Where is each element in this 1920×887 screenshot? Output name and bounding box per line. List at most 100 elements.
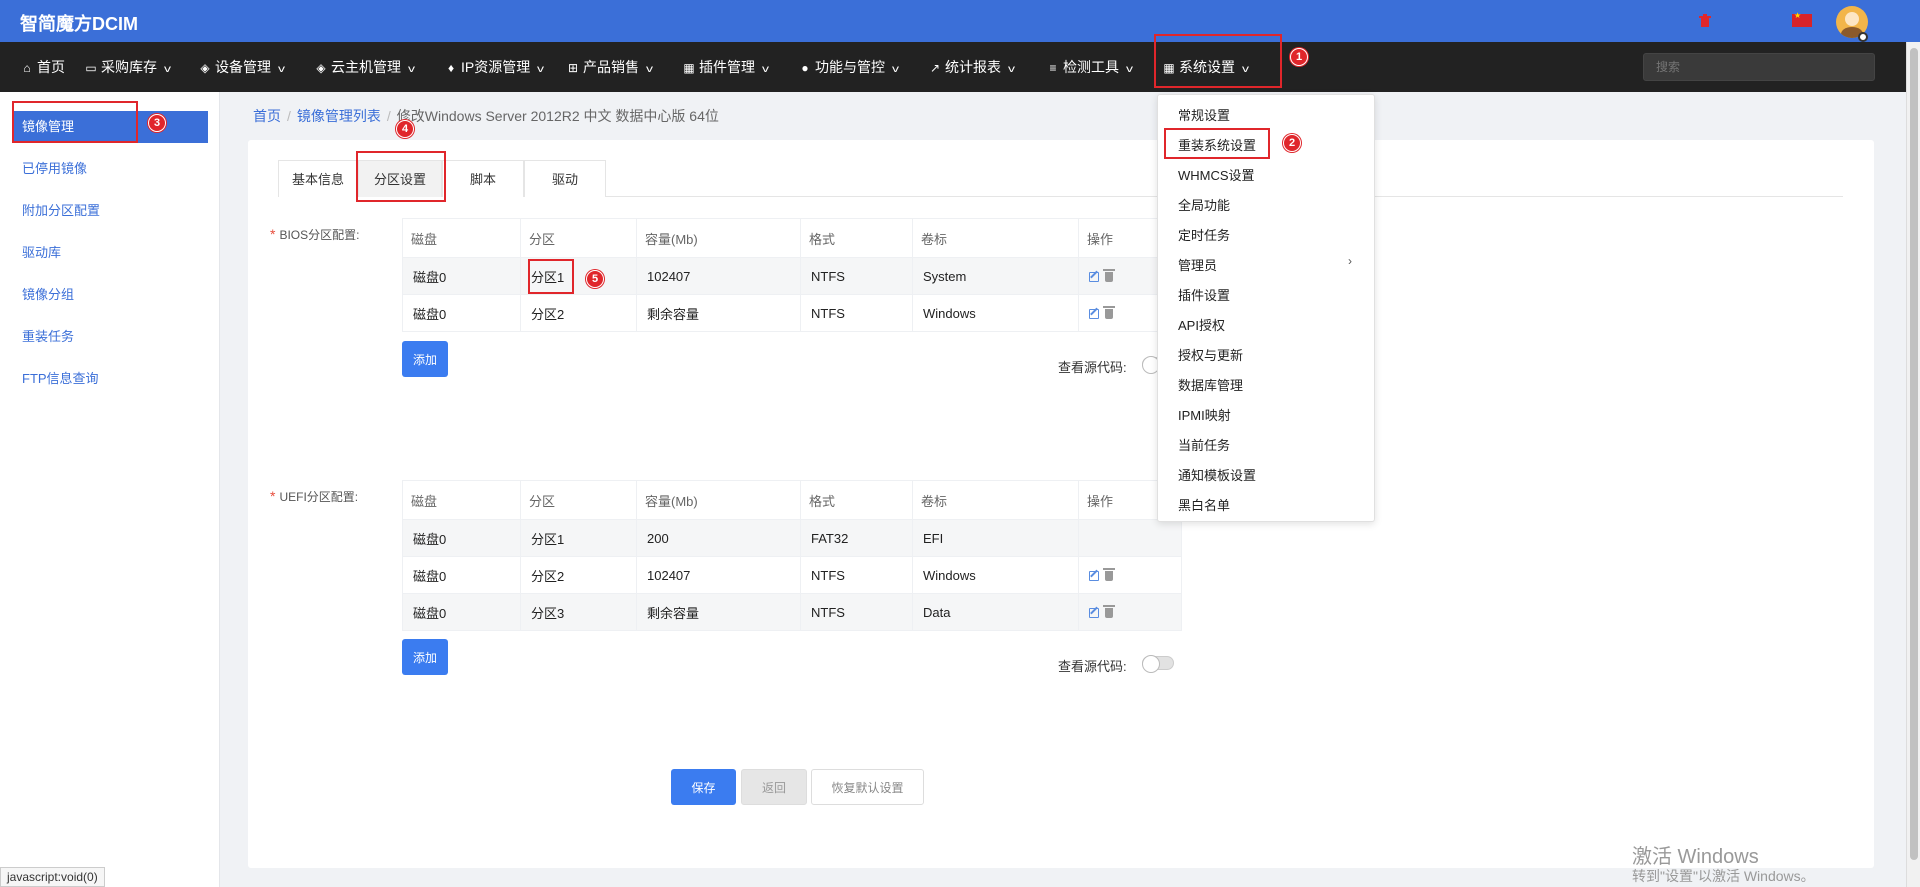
- browser-status-bar: javascript:void(0): [0, 867, 105, 887]
- column-header: 分区: [520, 480, 637, 520]
- column-header: 容量(Mb): [636, 218, 801, 258]
- edit-icon[interactable]: [1089, 272, 1099, 283]
- breadcrumb-image-list[interactable]: 镜像管理列表: [297, 108, 381, 124]
- menu-item-scheduled-tasks[interactable]: 定时任务: [1178, 225, 1230, 244]
- cell-disk: 磁盘0: [402, 556, 521, 594]
- nav-item-ip[interactable]: ♦ IP资源管理 v: [444, 42, 545, 92]
- cell-partition: 分区3: [520, 593, 637, 631]
- activation-watermark-title: 激活 Windows: [1632, 846, 1759, 868]
- menu-item-license-update[interactable]: 授权与更新: [1178, 345, 1243, 364]
- home-icon: ⌂: [23, 61, 31, 75]
- menu-item-current-tasks[interactable]: 当前任务: [1178, 435, 1230, 454]
- annotation-box-4: [356, 151, 446, 202]
- sidebar-item-reinstall-tasks[interactable]: 重装任务: [12, 321, 208, 353]
- chevron-down-icon: v: [278, 64, 285, 75]
- list-icon: ≡: [1049, 61, 1057, 75]
- column-header: 分区: [520, 218, 637, 258]
- sidebar: 镜像管理 已停用镜像 附加分区配置 驱动库 镜像分组 重装任务 FTP信息查询: [0, 92, 220, 887]
- bios-partition-table: 磁盘 分区 容量(Mb) 格式 卷标 操作 磁盘0 分区1 102407 NTF…: [402, 218, 1182, 332]
- chevron-down-icon: v: [1126, 64, 1133, 75]
- column-header: 格式: [800, 218, 913, 258]
- nav-item-tools[interactable]: ≡ 检测工具 v: [1046, 42, 1133, 92]
- cell-disk: 磁盘0: [402, 294, 521, 332]
- menu-item-administrators[interactable]: 管理员: [1178, 255, 1217, 274]
- cell-volume: Windows: [912, 294, 1079, 332]
- bios-source-code-label: 查看源代码:: [1058, 360, 1127, 375]
- china-flag-icon[interactable]: [1792, 11, 1812, 27]
- cell-format: FAT32: [800, 519, 913, 557]
- edit-icon[interactable]: [1089, 608, 1099, 619]
- menu-item-notify-templates[interactable]: 通知模板设置: [1178, 465, 1256, 484]
- edit-icon[interactable]: [1089, 571, 1099, 582]
- nav-item-sales[interactable]: ⊞ 产品销售 v: [566, 42, 653, 92]
- uefi-add-button[interactable]: 添加: [402, 639, 448, 675]
- save-button[interactable]: 保存: [671, 769, 736, 805]
- trash-icon[interactable]: [1103, 568, 1115, 582]
- scrollbar-thumb[interactable]: [1910, 48, 1918, 860]
- required-star: *: [270, 488, 276, 504]
- menu-item-black-white-list[interactable]: 黑白名单: [1178, 495, 1230, 514]
- sidebar-item-driver-library[interactable]: 驱动库: [12, 237, 208, 269]
- nav-item-purchase[interactable]: ▭ 采购库存 v: [84, 42, 171, 92]
- brand-logo[interactable]: 智简魔方DCIM: [20, 10, 138, 36]
- chevron-down-icon: v: [762, 64, 769, 75]
- table-row: 磁盘0 分区1 200 FAT32 EFI: [402, 519, 1182, 557]
- bios-partition-label: * BIOS分区配置:: [270, 226, 360, 242]
- trash-icon[interactable]: [1103, 306, 1115, 320]
- nav-item-device[interactable]: ◈ 设备管理 v: [198, 42, 285, 92]
- annotation-number-1: 1: [1290, 48, 1308, 66]
- edit-icon[interactable]: [1089, 309, 1099, 320]
- menu-item-global-features[interactable]: 全局功能: [1178, 195, 1230, 214]
- cell-partition: 分区2: [520, 556, 637, 594]
- table-row: 磁盘0 分区2 102407 NTFS Windows: [402, 556, 1182, 594]
- menu-item-api-auth[interactable]: API授权: [1178, 315, 1225, 334]
- menu-item-ipmi-mapping[interactable]: IPMI映射: [1178, 405, 1231, 424]
- menu-item-plugin-settings[interactable]: 插件设置: [1178, 285, 1230, 304]
- menu-item-database[interactable]: 数据库管理: [1178, 375, 1243, 394]
- nav-item-home[interactable]: ⌂ 首页: [20, 42, 65, 92]
- map-marker-icon: ♦: [447, 61, 455, 75]
- tab-script[interactable]: 脚本: [442, 160, 524, 197]
- cell-format: NTFS: [800, 593, 913, 631]
- chevron-down-icon: v: [892, 64, 899, 75]
- cell-size: 剩余容量: [636, 593, 801, 631]
- breadcrumb-home[interactable]: 首页: [253, 108, 281, 124]
- tab-basic-info[interactable]: 基本信息: [278, 160, 358, 197]
- main-navbar: ⌂ 首页 ▭ 采购库存 v ◈ 设备管理 v ◈ 云主机管理 v ♦ IP资源管理 v ⊞ 产品销售…: [0, 42, 1906, 92]
- back-button[interactable]: 返回: [741, 769, 807, 805]
- chevron-down-icon: v: [164, 64, 171, 75]
- trash-icon[interactable]: [1698, 14, 1712, 28]
- nav-item-features[interactable]: ● 功能与管控 v: [798, 42, 899, 92]
- uefi-source-code-toggle[interactable]: [1142, 655, 1174, 673]
- trash-icon[interactable]: [1103, 605, 1115, 619]
- annotation-number-4: 4: [396, 120, 414, 138]
- bios-add-button[interactable]: 添加: [402, 341, 448, 377]
- menu-item-whmcs-settings[interactable]: WHMCS设置: [1178, 165, 1255, 184]
- chevron-down-icon: v: [537, 64, 545, 75]
- uefi-source-code-label: 查看源代码:: [1058, 659, 1127, 674]
- cell-actions: [1078, 556, 1182, 594]
- sidebar-item-disabled-images[interactable]: 已停用镜像: [12, 153, 208, 185]
- truck-icon: ▭: [85, 61, 97, 75]
- cell-format: NTFS: [800, 257, 913, 295]
- search-input[interactable]: [1643, 53, 1875, 81]
- sidebar-item-extra-partition[interactable]: 附加分区配置: [12, 195, 208, 227]
- required-star: *: [270, 226, 276, 242]
- cell-volume: EFI: [912, 519, 1079, 557]
- breadcrumb-separator: /: [386, 108, 391, 124]
- nav-item-reports[interactable]: ↗ 统计报表 v: [928, 42, 1015, 92]
- reset-default-button[interactable]: 恢复默认设置: [811, 769, 924, 805]
- nav-item-cloud[interactable]: ◈ 云主机管理 v: [314, 42, 415, 92]
- cell-volume: System: [912, 257, 1079, 295]
- menu-item-general-settings[interactable]: 常规设置: [1178, 105, 1230, 124]
- page-scrollbar[interactable]: [1906, 42, 1920, 887]
- nav-item-plugins[interactable]: ▦ 插件管理 v: [682, 42, 769, 92]
- cell-disk: 磁盘0: [402, 593, 521, 631]
- trash-icon[interactable]: [1103, 269, 1115, 283]
- tab-driver[interactable]: 驱动: [524, 160, 606, 197]
- chevron-down-icon: v: [646, 64, 653, 75]
- annotation-box-2: [1164, 128, 1270, 159]
- sidebar-item-ftp-info[interactable]: FTP信息查询: [12, 363, 208, 395]
- chevron-right-icon: ›: [1348, 254, 1352, 268]
- sidebar-item-image-groups[interactable]: 镜像分组: [12, 279, 208, 311]
